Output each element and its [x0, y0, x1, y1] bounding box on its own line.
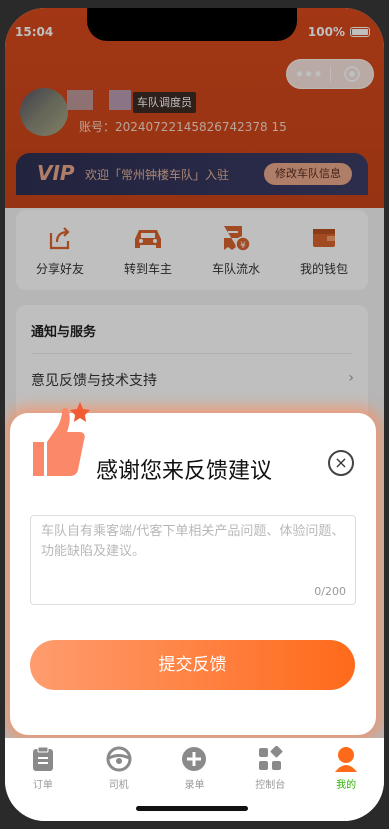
feedback-modal: 感谢您来反馈建议 × 0/200 提交反馈: [10, 402, 376, 735]
char-counter: 0/200: [314, 585, 346, 598]
dashboard-icon: [259, 746, 283, 770]
thumbs-up-icon: [33, 402, 90, 476]
order-icon: [32, 746, 53, 771]
phone-screen: 15:04 100% ••• 车队调度员 账号：2024072214582674…: [5, 8, 384, 821]
tab-label: 控制台: [255, 780, 286, 791]
tab-label: 司机: [108, 780, 129, 791]
modal-title: 感谢您来反馈建议: [96, 459, 273, 484]
home-indicator: [136, 806, 248, 811]
feedback-textarea[interactable]: [30, 515, 356, 605]
tab-label: 订单: [32, 780, 53, 791]
close-icon[interactable]: ×: [328, 450, 354, 476]
user-icon: [335, 747, 358, 772]
tab-label: 我的: [336, 780, 357, 791]
steering-wheel-icon: [106, 746, 132, 772]
tab-orders[interactable]: 订单: [5, 746, 81, 821]
plus-icon: [182, 747, 207, 771]
tab-label: 录单: [184, 780, 205, 791]
submit-feedback-button[interactable]: 提交反馈: [30, 640, 355, 690]
tab-mine[interactable]: 我的: [308, 746, 384, 821]
